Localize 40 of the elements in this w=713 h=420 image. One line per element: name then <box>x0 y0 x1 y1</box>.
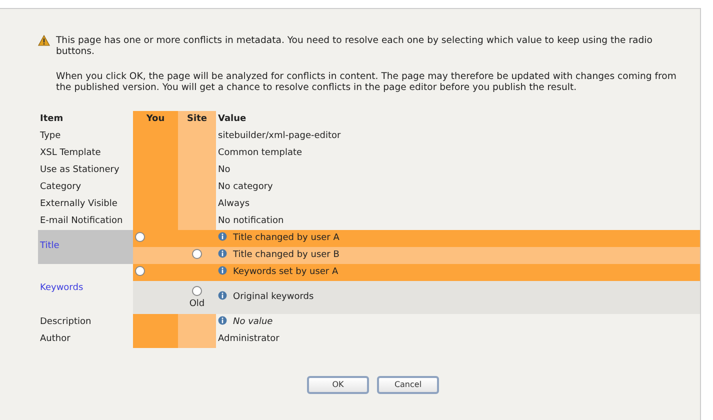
info-icon <box>218 248 227 258</box>
value-text: Administrator <box>218 334 280 344</box>
column-header: Value <box>218 114 246 124</box>
value-text: No notification <box>218 216 284 226</box>
item-link[interactable]: Title <box>40 241 60 252</box>
column-header: You <box>146 114 165 124</box>
info-icon <box>218 232 227 241</box>
radio-button[interactable] <box>192 249 202 259</box>
notice-text: This page has one or more conflicts in metadata. You need to resolve each one by selecting which value to keep using the radio buttons. <box>56 35 654 57</box>
column-header: Site <box>187 114 207 124</box>
dialog-button[interactable]: Cancel <box>377 376 439 394</box>
item-label: Author <box>40 334 70 344</box>
option-text: Keywords set by user A <box>233 266 338 277</box>
option-text: Title changed by user B <box>233 250 340 260</box>
value-text: Common template <box>218 148 302 158</box>
info-icon <box>218 266 227 275</box>
item-label: Type <box>40 130 61 141</box>
radio-caption: Old <box>189 299 205 309</box>
dialog-button[interactable]: OK <box>307 376 369 394</box>
radio-button[interactable] <box>135 266 145 276</box>
item-label: XSL Template <box>40 148 101 158</box>
option-text: Title changed by user A <box>233 232 340 243</box>
item-label: Externally Visible <box>40 198 118 209</box>
info-icon <box>218 290 227 300</box>
item-link[interactable]: Keywords <box>40 283 84 294</box>
value-text: No category <box>218 182 273 192</box>
value-text: No <box>218 164 230 175</box>
item-label: Category <box>40 182 82 192</box>
option-text: Original keywords <box>233 292 314 302</box>
radio-button[interactable] <box>135 232 145 242</box>
item-label: Description <box>40 316 92 327</box>
item-label: E-mail Notification <box>40 216 123 226</box>
value-text: No value <box>233 316 273 327</box>
item-label: Use as Stationery <box>40 164 120 175</box>
value-text: sitebuilder/xml-page-editor <box>218 130 341 141</box>
notice-text: When you click OK, the page will be analyzed for conflicts in content. The page may therefore be updated with changes coming from the published version. You will get a chance to resolve conflicts in the page editor before you publish the result. <box>56 71 678 93</box>
value-text: Always <box>218 198 250 209</box>
warning-icon <box>38 35 50 46</box>
column-header: Item <box>40 114 64 124</box>
radio-button[interactable] <box>192 286 202 296</box>
